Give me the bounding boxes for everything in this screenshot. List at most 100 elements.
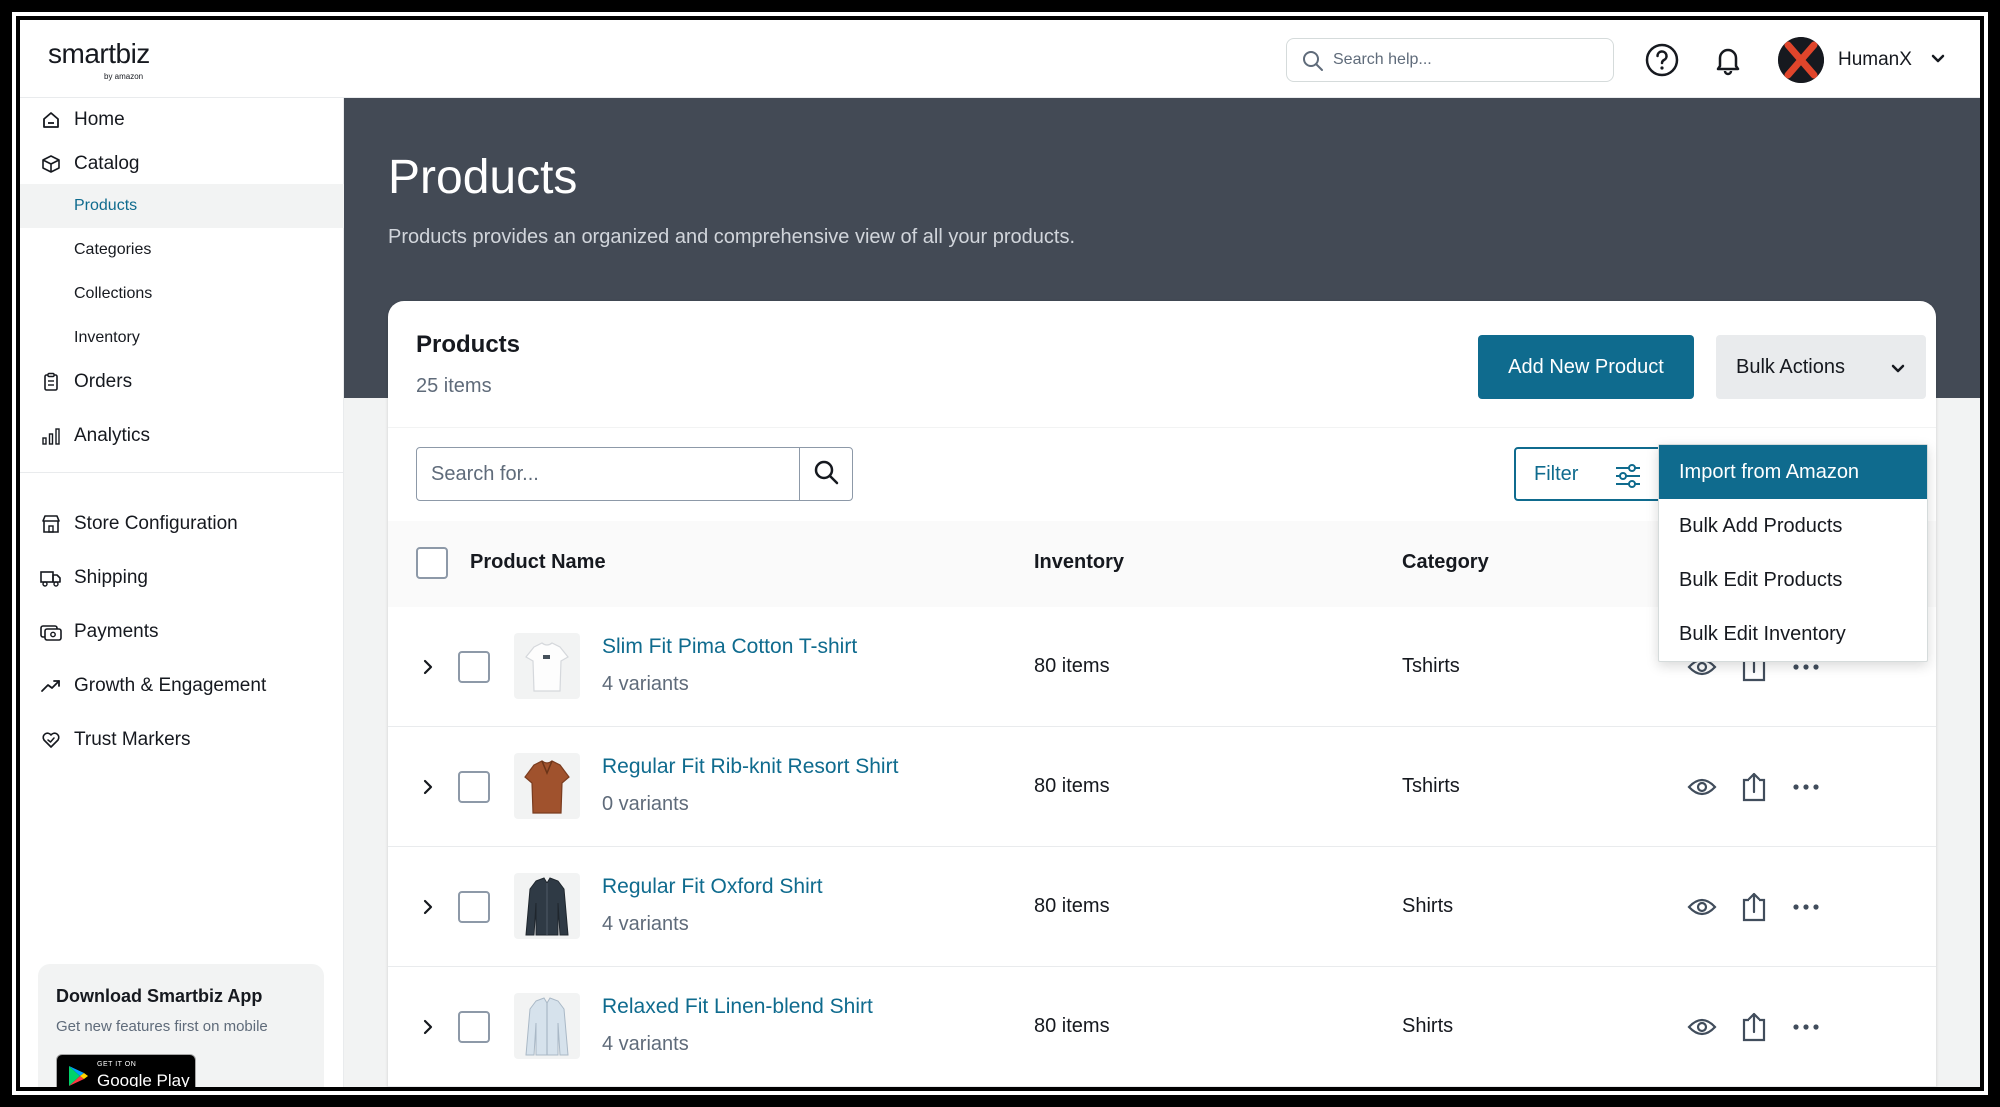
help-search-input[interactable] bbox=[1333, 45, 1603, 75]
select-all-checkbox[interactable] bbox=[416, 547, 448, 579]
sidebar-subitem-products[interactable]: Products bbox=[20, 184, 344, 228]
help-icon[interactable] bbox=[1644, 42, 1680, 78]
chevron-down-icon bbox=[1890, 359, 1906, 382]
google-play-badge[interactable]: GET IT ON Google Play bbox=[56, 1054, 196, 1087]
product-variants: 0 variants bbox=[602, 793, 689, 815]
logo-wordmark: smartbiz bbox=[48, 38, 150, 69]
row-checkbox[interactable] bbox=[458, 771, 490, 803]
truck-icon bbox=[40, 567, 62, 589]
chevron-right-icon[interactable] bbox=[420, 777, 436, 802]
eye-icon[interactable] bbox=[1682, 767, 1722, 807]
table-row[interactable]: Relaxed Fit Linen-blend Shirt 4 variants… bbox=[388, 967, 1936, 1087]
sidebar-item-label: Shipping bbox=[74, 567, 148, 588]
help-search-box[interactable] bbox=[1286, 38, 1614, 82]
clipboard-icon bbox=[40, 371, 62, 393]
product-variants: 4 variants bbox=[602, 1033, 689, 1055]
sidebar-item-catalog[interactable]: Catalog bbox=[20, 142, 344, 186]
inventory-cell: 80 items bbox=[1034, 655, 1110, 677]
search-button[interactable] bbox=[799, 447, 853, 501]
sliders-icon bbox=[1614, 463, 1642, 495]
category-cell: Tshirts bbox=[1402, 775, 1460, 797]
table-row[interactable]: Regular Fit Oxford Shirt 4 variants 80 i… bbox=[388, 847, 1936, 967]
sidebar-item-label: Growth & Engagement bbox=[74, 675, 267, 696]
menu-item-import-from-amazon[interactable]: Import from Amazon bbox=[1659, 445, 1927, 499]
page-title: Products bbox=[388, 151, 578, 204]
search-icon bbox=[1301, 49, 1325, 78]
menu-item-bulk-add-products[interactable]: Bulk Add Products bbox=[1659, 499, 1927, 553]
sidebar-item-home[interactable]: Home bbox=[20, 98, 344, 142]
inventory-cell: 80 items bbox=[1034, 1015, 1110, 1037]
product-thumbnail bbox=[514, 993, 580, 1059]
eye-icon[interactable] bbox=[1682, 887, 1722, 927]
column-header-inventory[interactable]: Inventory bbox=[1034, 551, 1124, 574]
product-variants: 4 variants bbox=[602, 673, 689, 695]
category-cell: Shirts bbox=[1402, 895, 1454, 917]
more-options-icon[interactable] bbox=[1786, 1007, 1826, 1047]
chevron-right-icon[interactable] bbox=[420, 897, 436, 922]
filter-label: Filter bbox=[1534, 462, 1579, 485]
table-row[interactable]: Regular Fit Rib-knit Resort Shirt 0 vari… bbox=[388, 727, 1936, 847]
add-new-product-button[interactable]: Add New Product bbox=[1478, 335, 1694, 399]
sidebar-subitem-categories[interactable]: Categories bbox=[20, 228, 344, 272]
sidebar-item-payments[interactable]: Payments bbox=[20, 610, 344, 654]
sidebar: Home Catalog Products Categories Collect… bbox=[20, 98, 344, 1087]
product-name-link[interactable]: Relaxed Fit Linen-blend Shirt bbox=[602, 995, 873, 1019]
category-cell: Shirts bbox=[1402, 1015, 1454, 1037]
sidebar-item-trust-markers[interactable]: Trust Markers bbox=[20, 718, 344, 762]
inventory-cell: 80 items bbox=[1034, 895, 1110, 917]
products-card: Products 25 items Add New Product Bulk A… bbox=[388, 301, 1936, 1087]
sidebar-item-store-configuration[interactable]: Store Configuration bbox=[20, 502, 344, 546]
chevron-right-icon[interactable] bbox=[420, 657, 436, 682]
bar-chart-icon bbox=[40, 425, 62, 447]
menu-item-bulk-edit-inventory[interactable]: Bulk Edit Inventory bbox=[1659, 607, 1927, 661]
menu-item-bulk-edit-products[interactable]: Bulk Edit Products bbox=[1659, 553, 1927, 607]
user-menu[interactable]: HumanX bbox=[1778, 36, 1946, 84]
sidebar-item-label: Home bbox=[74, 109, 125, 130]
product-name-link[interactable]: Regular Fit Rib-knit Resort Shirt bbox=[602, 755, 898, 779]
badge-small-text: GET IT ON bbox=[97, 1061, 137, 1068]
product-search-input[interactable] bbox=[431, 460, 781, 488]
notification-bell-icon[interactable] bbox=[1710, 42, 1746, 78]
row-checkbox[interactable] bbox=[458, 891, 490, 923]
sidebar-divider bbox=[20, 472, 344, 473]
home-icon bbox=[40, 109, 62, 131]
chevron-down-icon bbox=[1930, 50, 1946, 71]
sidebar-subitem-inventory[interactable]: Inventory bbox=[20, 316, 344, 360]
eye-icon[interactable] bbox=[1682, 1007, 1722, 1047]
product-name-link[interactable]: Regular Fit Oxford Shirt bbox=[602, 875, 823, 899]
product-thumbnail bbox=[514, 753, 580, 819]
product-search-box[interactable] bbox=[416, 447, 800, 501]
page-description: Products provides an organized and compr… bbox=[388, 226, 1076, 248]
more-options-icon[interactable] bbox=[1786, 887, 1826, 927]
bulk-actions-label: Bulk Actions bbox=[1736, 355, 1845, 378]
card-divider bbox=[388, 427, 1936, 428]
sidebar-item-label: Orders bbox=[74, 371, 133, 392]
top-bar: smartbiz by amazon HumanX bbox=[20, 20, 1980, 98]
row-checkbox[interactable] bbox=[458, 1011, 490, 1043]
sidebar-subitem-collections[interactable]: Collections bbox=[20, 272, 344, 316]
filter-button[interactable]: Filter bbox=[1514, 447, 1674, 501]
share-icon[interactable] bbox=[1734, 767, 1774, 807]
sidebar-item-label: Catalog bbox=[74, 153, 140, 174]
smartbiz-logo[interactable]: smartbiz by amazon bbox=[48, 38, 168, 84]
column-header-product-name[interactable]: Product Name bbox=[470, 551, 606, 574]
badge-big-text: Google Play bbox=[97, 1071, 190, 1087]
sidebar-item-analytics[interactable]: Analytics bbox=[20, 414, 344, 458]
share-icon[interactable] bbox=[1734, 887, 1774, 927]
sidebar-item-label: Analytics bbox=[74, 425, 151, 446]
chevron-right-icon[interactable] bbox=[420, 1017, 436, 1042]
store-icon bbox=[40, 513, 62, 535]
product-thumbnail bbox=[514, 633, 580, 699]
sidebar-item-shipping[interactable]: Shipping bbox=[20, 556, 344, 600]
category-cell: Tshirts bbox=[1402, 655, 1460, 677]
more-options-icon[interactable] bbox=[1786, 767, 1826, 807]
bulk-actions-button[interactable]: Bulk Actions bbox=[1716, 335, 1926, 399]
sidebar-item-orders[interactable]: Orders bbox=[20, 360, 344, 404]
share-icon[interactable] bbox=[1734, 1007, 1774, 1047]
google-play-icon bbox=[66, 1064, 90, 1087]
product-name-link[interactable]: Slim Fit Pima Cotton T-shirt bbox=[602, 635, 857, 659]
sidebar-item-growth-engagement[interactable]: Growth & Engagement bbox=[20, 664, 344, 708]
item-count: 25 items bbox=[416, 375, 492, 397]
row-checkbox[interactable] bbox=[458, 651, 490, 683]
column-header-category[interactable]: Category bbox=[1402, 551, 1489, 574]
